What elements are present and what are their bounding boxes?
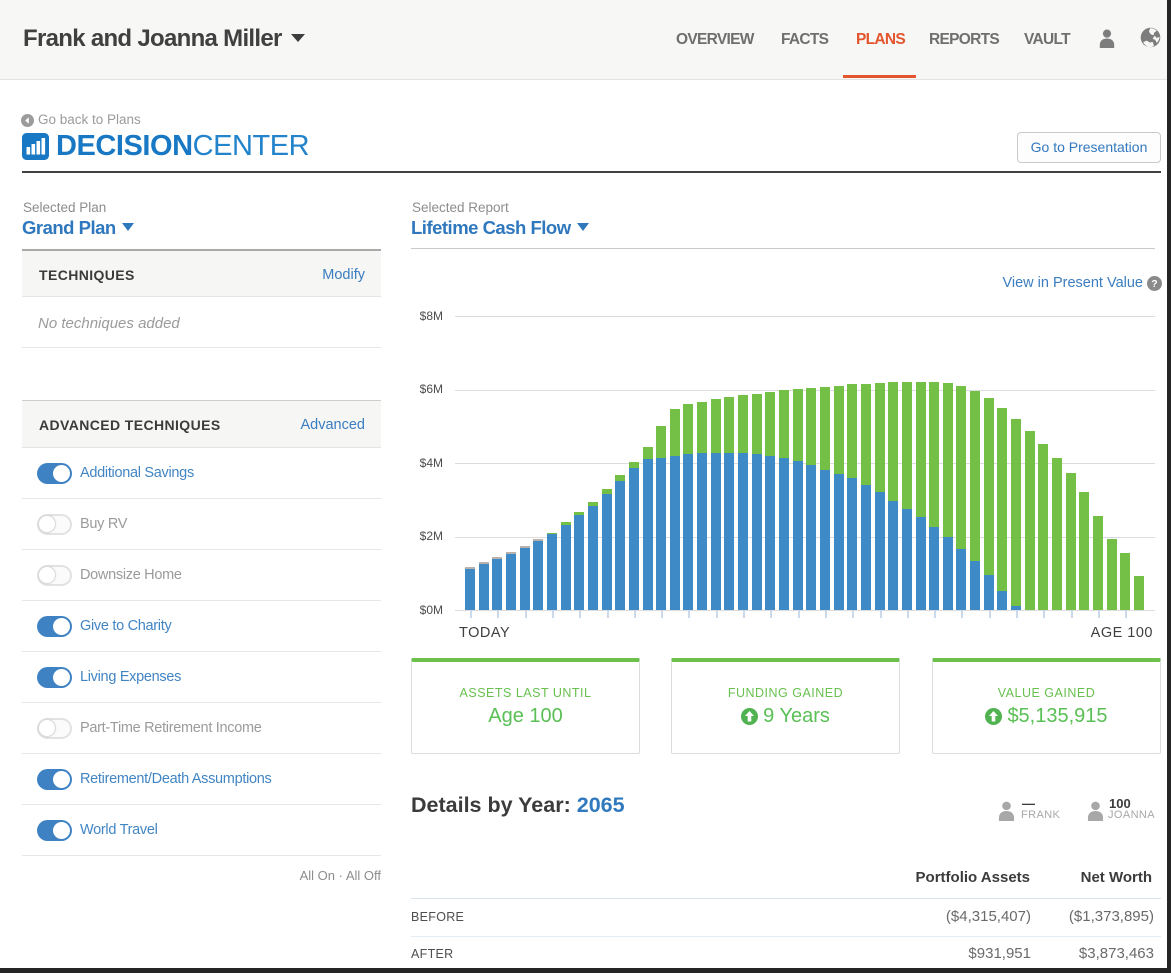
svg-text:?: ? [1151,278,1157,290]
